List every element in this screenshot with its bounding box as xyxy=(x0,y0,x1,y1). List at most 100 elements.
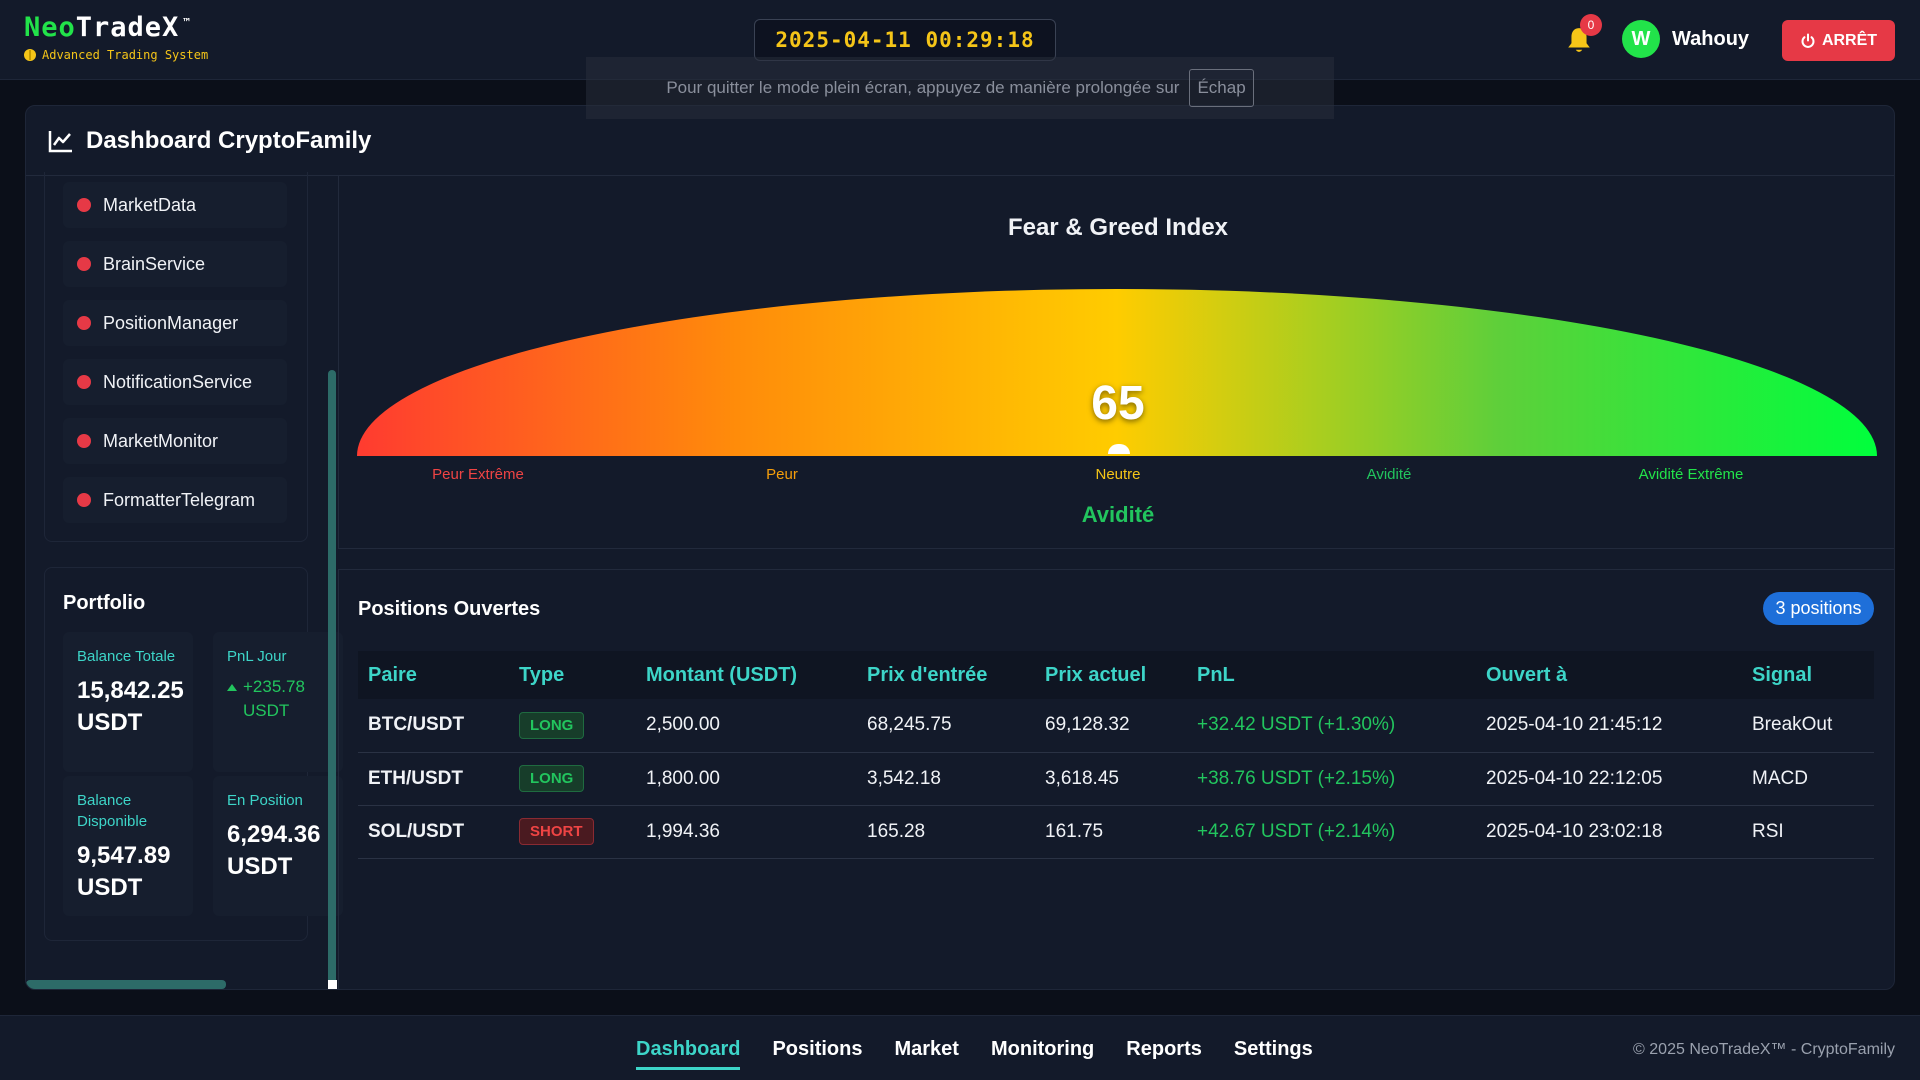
stop-button[interactable]: ARRÊT xyxy=(1782,20,1895,61)
service-item[interactable]: BrainService xyxy=(63,241,287,287)
zone-label-fear: Peur xyxy=(766,466,798,483)
fullscreen-toast-message: Pour quitter le mode plein écran, appuye… xyxy=(666,78,1180,97)
escape-key-hint: Échap xyxy=(1189,69,1254,107)
positions-table: Paire Type Montant (USDT) Prix d'entrée … xyxy=(358,651,1874,859)
cell-amount: 1,994.36 xyxy=(636,805,857,859)
column-header[interactable]: Paire xyxy=(358,651,509,699)
zone-label-extreme-fear: Peur Extrême xyxy=(432,466,524,483)
status-offline-dot xyxy=(77,375,91,389)
column-header[interactable]: Montant (USDT) xyxy=(636,651,857,699)
open-positions-card: Positions Ouvertes 3 positions Paire Typ… xyxy=(338,569,1894,989)
cell-type: SHORT xyxy=(509,805,636,859)
service-item[interactable]: PositionManager xyxy=(63,300,287,346)
positions-title: Positions Ouvertes xyxy=(358,598,541,620)
horizontal-scrollbar[interactable] xyxy=(26,980,226,989)
cell-pnl: +38.76 USDT (+2.15%) xyxy=(1187,752,1476,806)
service-item[interactable]: MarketData xyxy=(63,182,287,228)
nav-reports[interactable]: Reports xyxy=(1126,1038,1202,1070)
dashboard-panel: Dashboard CryptoFamily MarketData BrainS… xyxy=(25,105,1895,990)
service-item[interactable]: NotificationService xyxy=(63,359,287,405)
table-header-row: Paire Type Montant (USDT) Prix d'entrée … xyxy=(358,651,1874,699)
service-item[interactable]: MarketMonitor xyxy=(63,418,287,464)
brand-logo[interactable]: NeoTradeX ™ Advanced Trading System xyxy=(24,12,208,62)
stat-label: PnL Jour xyxy=(227,648,287,665)
service-label: MarketMonitor xyxy=(103,430,219,451)
stat-value: 6,294.36 USDT xyxy=(227,821,321,880)
table-row[interactable]: ETH/USDT LONG 1,800.00 3,542.18 3,618.45… xyxy=(358,752,1874,806)
zone-label-neutral: Neutre xyxy=(1095,466,1141,483)
avatar: W xyxy=(1622,20,1660,58)
fear-greed-gauge xyxy=(357,289,1877,456)
cell-signal: MACD xyxy=(1742,752,1874,806)
fear-greed-card: Fear & Greed Index 65 Peur Extrême Peur … xyxy=(338,176,1894,549)
service-label: PositionManager xyxy=(103,312,239,333)
cell-entry-price: 165.28 xyxy=(857,805,1035,859)
stat-pnl: +235.78 USDT xyxy=(227,675,329,723)
brand-name: NeoTradeX ™ xyxy=(24,12,208,43)
page-title: Dashboard CryptoFamily xyxy=(86,126,372,154)
arrow-up-icon xyxy=(227,684,237,691)
status-offline-dot xyxy=(77,493,91,507)
service-label: MarketData xyxy=(103,194,197,215)
zone-label-greed: Avidité xyxy=(1366,466,1412,483)
cell-amount: 2,500.00 xyxy=(636,699,857,753)
table-row[interactable]: BTC/USDT LONG 2,500.00 68,245.75 69,128.… xyxy=(358,699,1874,753)
status-offline-dot xyxy=(77,434,91,448)
cell-current-price: 161.75 xyxy=(1035,805,1187,859)
nav-market[interactable]: Market xyxy=(894,1038,958,1070)
footer-nav: Dashboard Positions Market Monitoring Re… xyxy=(636,1038,1313,1070)
column-header[interactable]: Prix d'entrée xyxy=(857,651,1035,699)
nav-settings[interactable]: Settings xyxy=(1234,1038,1313,1070)
table-row[interactable]: SOL/USDT SHORT 1,994.36 165.28 161.75 +4… xyxy=(358,805,1874,859)
cell-amount: 1,800.00 xyxy=(636,752,857,806)
stat-value: +235.78 USDT xyxy=(243,677,305,720)
stat-value: 9,547.89 USDT xyxy=(77,842,171,901)
stat-label: Balance Disponible xyxy=(77,792,148,830)
cell-current-price: 69,128.32 xyxy=(1035,699,1187,753)
cell-current-price: 3,618.45 xyxy=(1035,752,1187,806)
service-label: FormatterTelegram xyxy=(103,489,256,510)
cell-type: LONG xyxy=(509,752,636,806)
fullscreen-exit-toast: Pour quitter le mode plein écran, appuye… xyxy=(586,57,1334,119)
cell-entry-price: 68,245.75 xyxy=(857,699,1035,753)
power-icon xyxy=(1801,33,1815,48)
cell-signal: RSI xyxy=(1742,805,1874,859)
cell-type: LONG xyxy=(509,699,636,753)
status-offline-dot xyxy=(77,257,91,271)
nav-monitoring[interactable]: Monitoring xyxy=(991,1038,1094,1070)
column-header[interactable]: Prix actuel xyxy=(1035,651,1187,699)
column-header[interactable]: Ouvert à xyxy=(1476,651,1742,699)
notifications-button[interactable]: 0 xyxy=(1566,14,1602,56)
stat-label: Balance Totale xyxy=(77,648,176,665)
tagline-text: Advanced Trading System xyxy=(42,48,209,62)
column-header[interactable]: PnL xyxy=(1187,651,1476,699)
in-position-stat: En Position 6,294.36 USDT xyxy=(213,776,343,916)
user-name: Wahouy xyxy=(1672,27,1750,50)
gauge-value: 65 xyxy=(1091,377,1145,430)
zone-label-extreme-greed: Avidité Extrême xyxy=(1638,466,1744,483)
nav-positions[interactable]: Positions xyxy=(772,1038,862,1070)
balance-available-stat: Balance Disponible 9,547.89 USDT xyxy=(63,776,193,916)
nav-dashboard[interactable]: Dashboard xyxy=(636,1038,741,1070)
brand-name-neo: Neo xyxy=(24,12,76,43)
cell-pair: BTC/USDT xyxy=(358,699,509,753)
cell-pnl: +42.67 USDT (+2.14%) xyxy=(1187,805,1476,859)
cell-pnl: +32.42 USDT (+1.30%) xyxy=(1187,699,1476,753)
portfolio-card: Portfolio Balance Totale 15,842.25 USDT … xyxy=(44,567,343,941)
copyright: © 2025 NeoTradeX™ - CryptoFamily xyxy=(1633,1041,1895,1058)
positions-count-badge: 3 positions xyxy=(1763,592,1874,625)
notification-count-badge: 0 xyxy=(1580,14,1602,36)
cell-opened-at: 2025-04-10 22:12:05 xyxy=(1476,752,1742,806)
service-item[interactable]: FormatterTelegram xyxy=(63,477,287,523)
user-menu[interactable]: W Wahouy xyxy=(1622,20,1749,58)
cell-pair: ETH/USDT xyxy=(358,752,509,806)
column-header[interactable]: Type xyxy=(509,651,636,699)
gauge-status: Avidité xyxy=(1081,502,1155,527)
brand-name-tradex: TradeX xyxy=(75,12,180,43)
column-header[interactable]: Signal xyxy=(1742,651,1874,699)
scrollbar-corner xyxy=(328,980,337,989)
status-offline-dot xyxy=(77,316,91,330)
vertical-scrollbar[interactable] xyxy=(328,370,336,989)
left-column[interactable]: MarketData BrainService PositionManager … xyxy=(26,172,343,976)
cell-pair: SOL/USDT xyxy=(358,805,509,859)
